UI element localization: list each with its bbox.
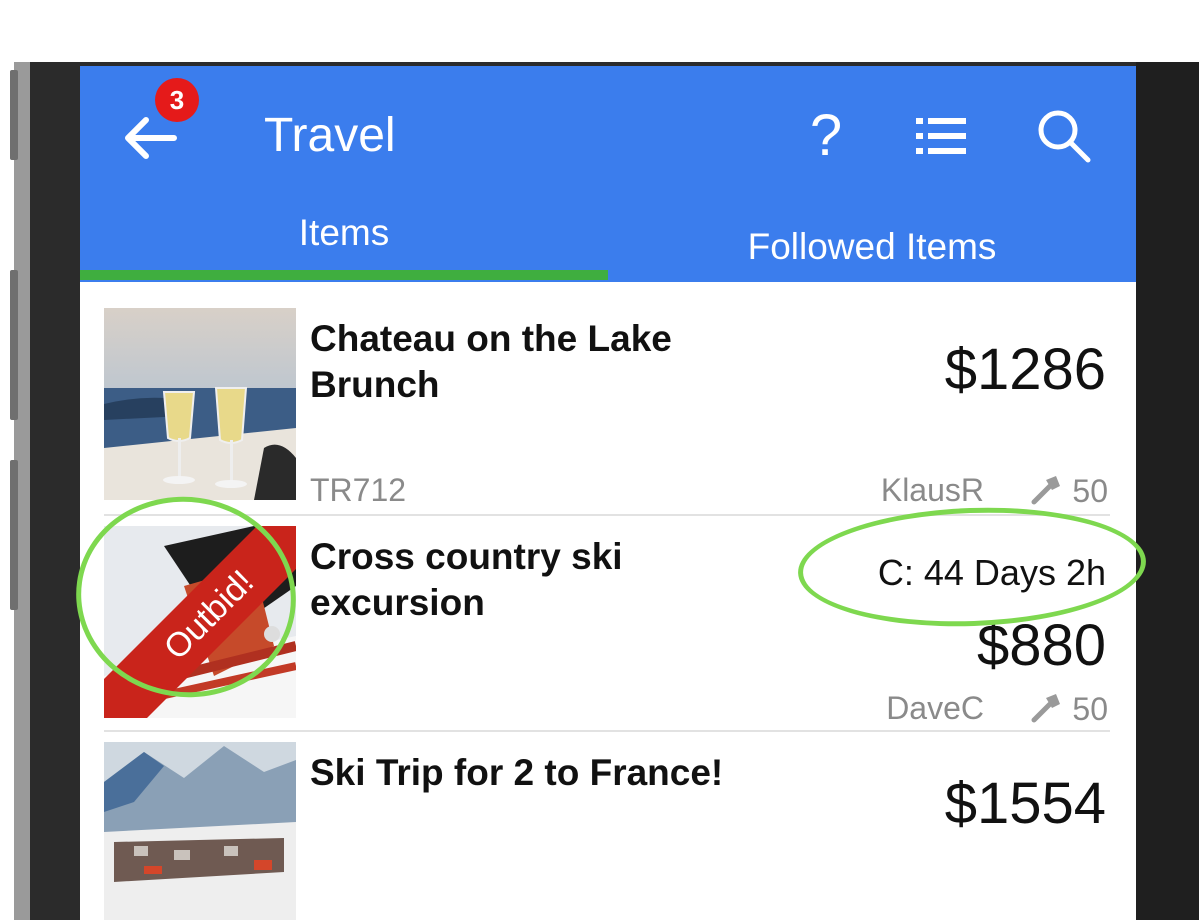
item-thumbnail: Outbid!	[104, 526, 296, 718]
active-tab-indicator	[80, 270, 608, 280]
app-screen: 3 Travel ? Items Followed Items Chateau …	[80, 66, 1136, 920]
tab-followed-items[interactable]: Followed Items	[608, 206, 1136, 282]
item-thumbnail	[104, 308, 296, 500]
list-icon	[916, 118, 966, 154]
item-price: $1554	[944, 771, 1106, 836]
bid-count-value: 50	[1072, 691, 1108, 727]
phone-side-button	[10, 270, 18, 420]
search-button[interactable]	[1034, 106, 1094, 166]
phone-frame-edge	[1136, 62, 1199, 920]
item-thumbnail	[104, 742, 296, 920]
phone-side-button	[10, 460, 18, 610]
search-icon	[1038, 110, 1091, 163]
row-divider	[104, 514, 1110, 516]
item-name: Cross country ski excursion	[310, 536, 623, 623]
gavel-icon	[1031, 476, 1061, 505]
list-item[interactable]: Outbid! Cross country ski excursion C: 4…	[104, 526, 1110, 742]
item-name: Chateau on the Lake Brunch	[310, 318, 672, 405]
help-button[interactable]: ?	[796, 106, 856, 166]
item-bidder: KlausR	[880, 472, 984, 508]
item-price: $880	[976, 613, 1106, 678]
countdown-timer: C: 44 Days 2h	[877, 552, 1106, 593]
gavel-icon	[1031, 694, 1061, 723]
phone-side-button	[10, 70, 18, 160]
item-bid-count: 50	[1030, 472, 1108, 510]
notification-badge: 3	[155, 78, 199, 122]
item-bid-count: 50	[1030, 690, 1108, 728]
list-item[interactable]: Chateau on the Lake Brunch $1286 TR712 K…	[104, 308, 1110, 524]
app-bar: 3 Travel ? Items Followed Items	[80, 66, 1136, 282]
page-title: Travel	[264, 109, 396, 162]
bid-count-value: 50	[1072, 473, 1108, 509]
row-divider	[104, 730, 1110, 732]
item-bidder: DaveC	[886, 690, 984, 726]
list-item[interactable]: Ski Trip for 2 to France! $1554	[104, 742, 1110, 920]
item-code: TR712	[310, 472, 407, 508]
item-name: Ski Trip for 2 to France!	[310, 752, 724, 793]
list-button[interactable]	[912, 106, 972, 166]
item-price: $1286	[944, 337, 1106, 402]
